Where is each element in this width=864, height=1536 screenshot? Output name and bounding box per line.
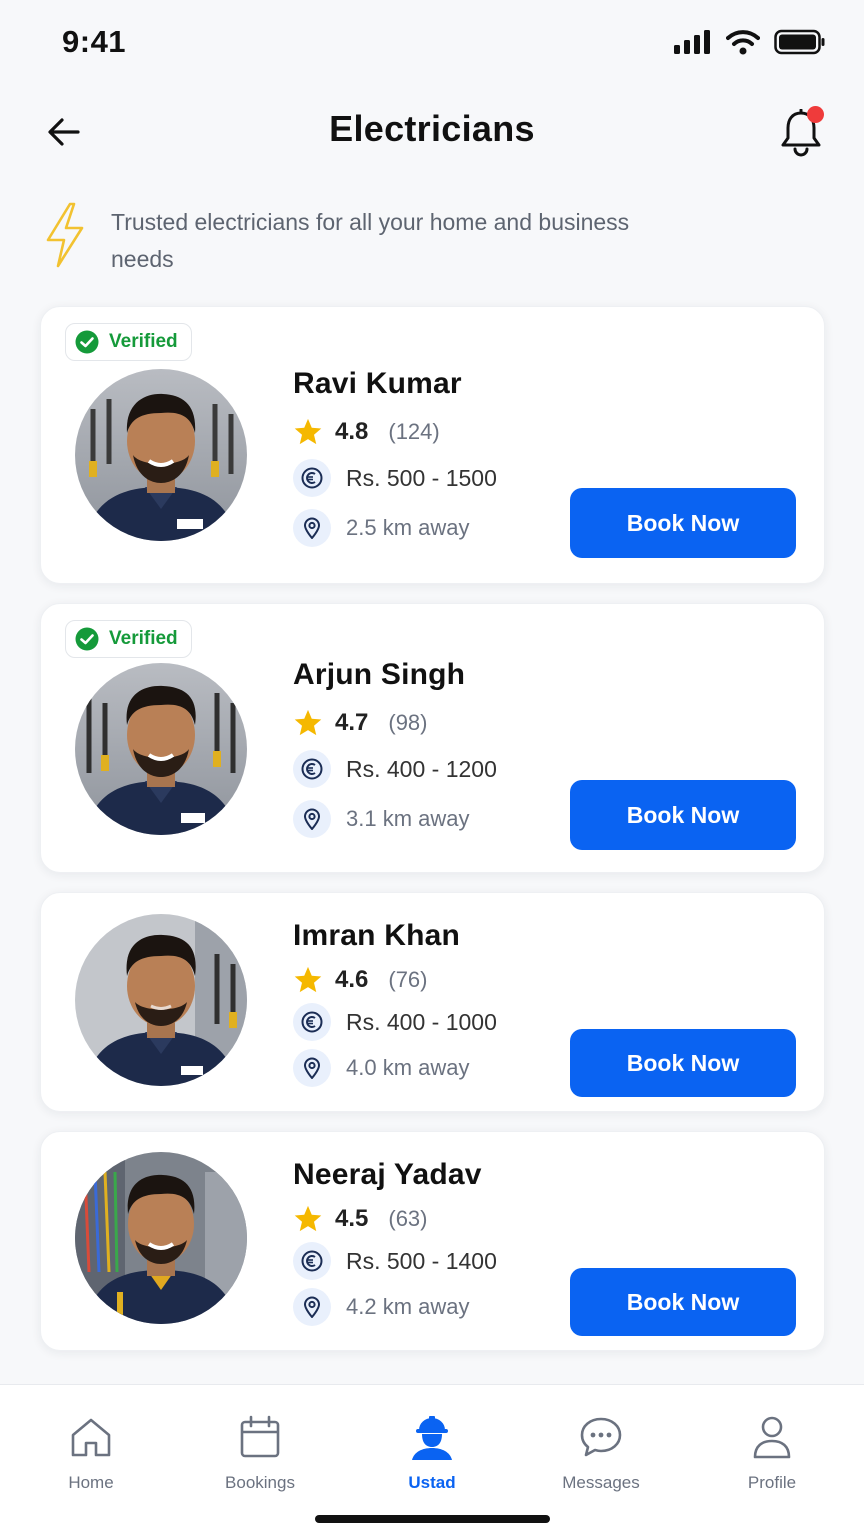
calendar-icon [240,1415,280,1458]
nav-label: Profile [747,1473,797,1492]
nav-item-messages[interactable]: Messages [531,1413,671,1493]
rating-row: 4.6 (76) [293,965,497,995]
electrician-info: Imran Khan 4.6 (76) Rs. 400 - 1000 4.0 k… [293,919,497,1087]
wifi-icon [726,30,760,55]
avatar [75,914,247,1086]
location-pin-icon [293,1049,331,1087]
currency-icon [293,750,331,788]
nav-item-home[interactable]: Home [21,1413,161,1493]
electrician-card[interactable]: Verified Ravi Kumar 4.8 (124) Rs. 500 - … [40,306,825,584]
status-icons [674,29,826,55]
star-icon [294,1205,322,1232]
status-bar: 9:41 [0,0,864,90]
nav-label: Messages [562,1473,640,1492]
review-count: (98) [388,710,428,735]
price-range: Rs. 500 - 1400 [346,1247,497,1274]
price-row: Rs. 400 - 1200 [293,750,497,788]
rating-row: 4.8 (124) [293,417,497,447]
home-indicator [315,1515,550,1523]
distance-row: 4.0 km away [293,1049,497,1087]
header: Electricians [0,92,864,172]
location-pin-icon [293,1288,331,1326]
review-count: (124) [388,419,440,444]
rating-value: 4.7 [335,709,369,736]
book-now-button[interactable]: Book Now [570,1029,796,1097]
bottom-nav: Home Bookings Ustad Messages Profile [0,1384,864,1536]
rating-value: 4.6 [335,966,369,993]
electrician-card[interactable]: Neeraj Yadav 4.5 (63) Rs. 500 - 1400 4.2… [40,1131,825,1351]
price-row: Rs. 500 - 1400 [293,1242,497,1280]
check-circle-icon [75,627,99,651]
notifications-button[interactable] [772,104,830,162]
electrician-name: Neeraj Yadav [293,1158,482,1191]
tagline: Trusted electricians for all your home a… [44,200,804,280]
currency-icon [293,1003,331,1041]
avatar [75,663,247,835]
distance: 3.1 km away [346,806,470,831]
rating-value: 4.8 [335,418,369,445]
electrician-name: Imran Khan [293,919,461,952]
rating-row: 4.7 (98) [293,708,497,738]
chat-bubble-icon [580,1417,622,1457]
book-now-button[interactable]: Book Now [570,780,796,850]
nav-item-ustad[interactable]: Ustad [362,1413,502,1493]
tagline-text: Trusted electricians for all your home a… [111,209,630,272]
electrician-card[interactable]: Verified Arjun Singh 4.7 (98) Rs. 400 - … [40,603,825,873]
electrician-card[interactable]: Imran Khan 4.6 (76) Rs. 400 - 1000 4.0 k… [40,892,825,1112]
page-title: Electricians [329,108,535,149]
distance: 4.2 km away [346,1294,470,1319]
book-now-button[interactable]: Book Now [570,1268,796,1336]
nav-label: Ustad [408,1473,456,1492]
star-icon [294,418,322,445]
review-count: (63) [388,1206,428,1231]
battery-icon [774,29,825,55]
star-icon [294,966,322,993]
currency-icon [293,459,331,497]
verified-badge: Verified [65,323,192,361]
star-icon [294,709,322,736]
electrician-info: Ravi Kumar 4.8 (124) Rs. 500 - 1500 2.5 … [293,367,497,547]
worker-helmet-icon [412,1416,452,1460]
lightning-icon [46,202,84,268]
nav-item-bookings[interactable]: Bookings [190,1413,330,1493]
price-row: Rs. 400 - 1000 [293,1003,497,1041]
notification-dot [807,106,824,123]
nav-label: Home [68,1473,114,1492]
book-now-button[interactable]: Book Now [570,488,796,558]
price-range: Rs. 400 - 1200 [346,755,497,782]
verified-label: Verified [109,331,178,352]
electrician-info: Arjun Singh 4.7 (98) Rs. 400 - 1200 3.1 … [293,658,497,838]
price-row: Rs. 500 - 1500 [293,459,497,497]
distance-row: 2.5 km away [293,509,497,547]
review-count: (76) [388,967,428,992]
nav-label: Bookings [225,1473,295,1492]
distance: 4.0 km away [346,1055,470,1080]
check-circle-icon [75,330,99,354]
distance-row: 3.1 km away [293,800,497,838]
location-pin-icon [293,509,331,547]
verified-badge: Verified [65,620,192,658]
electrician-name: Ravi Kumar [293,367,462,400]
price-range: Rs. 400 - 1000 [346,1008,497,1035]
rating-value: 4.5 [335,1205,369,1232]
electrician-name: Arjun Singh [293,658,466,691]
electrician-info: Neeraj Yadav 4.5 (63) Rs. 500 - 1400 4.2… [293,1158,497,1326]
verified-label: Verified [109,628,178,649]
rating-row: 4.5 (63) [293,1204,497,1234]
nav-item-profile[interactable]: Profile [702,1413,842,1493]
currency-icon [293,1242,331,1280]
status-time: 9:41 [62,24,127,59]
avatar [75,369,247,541]
home-icon [71,1418,111,1457]
distance: 2.5 km away [346,515,470,540]
distance-row: 4.2 km away [293,1288,497,1326]
signal-icon [674,30,710,54]
avatar [75,1152,247,1324]
price-range: Rs. 500 - 1500 [346,464,497,491]
location-pin-icon [293,800,331,838]
user-icon [753,1416,791,1459]
